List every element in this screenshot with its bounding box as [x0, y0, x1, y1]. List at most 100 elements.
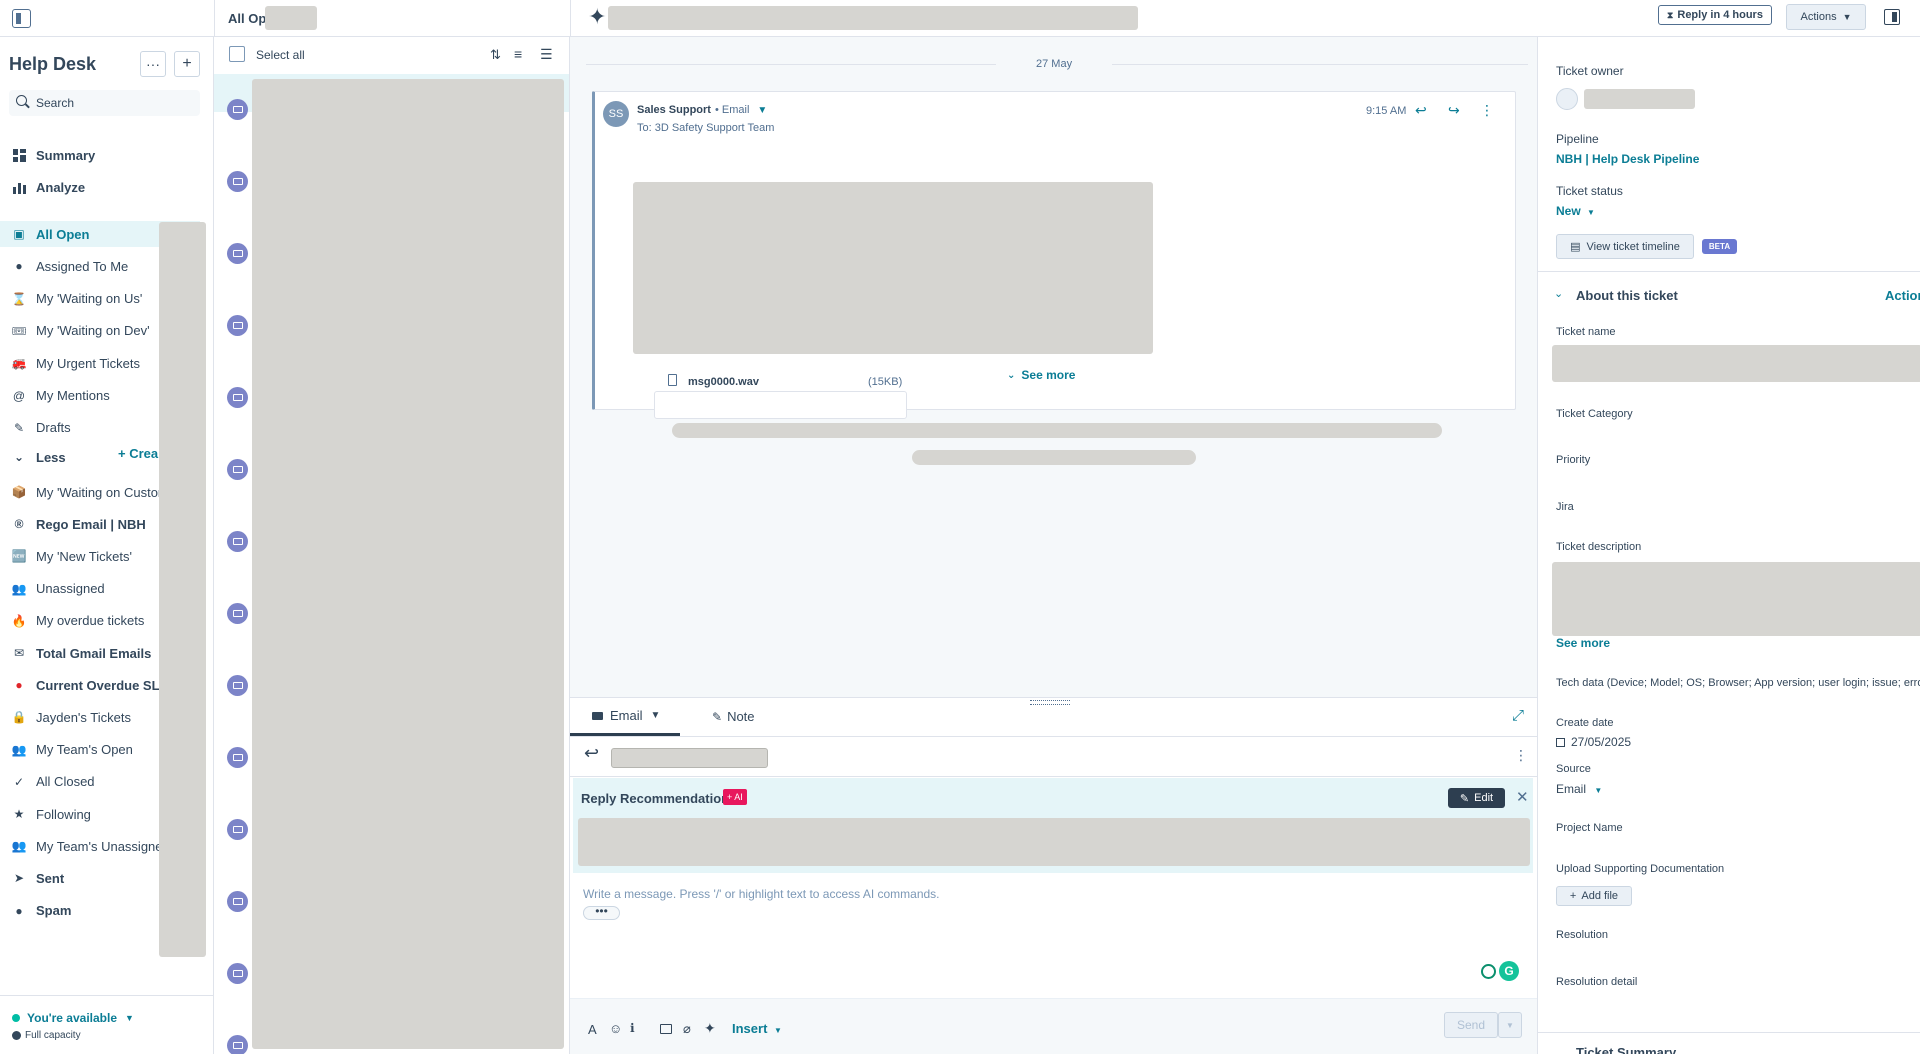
caret-down-icon: ▼	[650, 710, 661, 721]
lock-icon: 🔒	[11, 710, 27, 725]
caret-down-icon: ▼	[1594, 786, 1603, 795]
sort-icon[interactable]: ⇅	[490, 47, 501, 63]
resolution-label: Resolution	[1556, 929, 1608, 941]
attachment-name: msg0000.wav	[688, 376, 759, 388]
settings-sliders-icon[interactable]: ☰	[540, 46, 553, 63]
nav-analyze[interactable]: Analyze	[0, 174, 200, 200]
right-panel-toggle-icon[interactable]	[1884, 9, 1900, 25]
attachment-chip[interactable]	[654, 391, 907, 419]
ticket-summary-title[interactable]: Ticket Summary	[1576, 1045, 1676, 1054]
expand-icon[interactable]: ⤢	[1512, 707, 1524, 724]
email-channel-icon	[227, 171, 248, 192]
insert-menu[interactable]: Insert ▼	[732, 1021, 782, 1036]
email-channel-icon	[227, 963, 248, 984]
attach-icon[interactable]: ⌀	[683, 1021, 691, 1037]
bar-chart-icon	[11, 179, 27, 195]
status-dropdown[interactable]: New ▼	[1556, 204, 1595, 218]
email-channel-icon	[227, 315, 248, 336]
forward-icon[interactable]: ↪	[1448, 102, 1460, 119]
add-file-button[interactable]: + Add file	[1556, 886, 1632, 906]
create-view-link[interactable]: + Crea	[118, 446, 160, 461]
tab-email[interactable]: Email ▼	[570, 698, 680, 736]
ai-sparkle-icon[interactable]: ✦	[588, 6, 606, 28]
owner-avatar-icon[interactable]	[1556, 88, 1578, 110]
hourglass-icon: ⧗	[1667, 9, 1674, 20]
timeline-icon: ▤	[1570, 241, 1581, 253]
email-channel-icon	[227, 99, 248, 120]
pencil-icon: ✎	[1459, 792, 1470, 805]
fire-truck-icon: 🚒	[11, 356, 27, 371]
description-see-more[interactable]: See more	[1556, 636, 1610, 650]
about-actions-link[interactable]: Actions	[1885, 288, 1920, 303]
capacity-label: Full capacity	[12, 1030, 81, 1041]
email-message-card: SS Sales Support • Email ▼ To: 3D Safety…	[592, 91, 1516, 419]
check-icon: ✓	[13, 774, 25, 789]
source-dropdown[interactable]: Email ▼	[1556, 782, 1602, 796]
calendar-icon	[1556, 737, 1565, 747]
caret-down-icon: ▼	[1587, 208, 1595, 217]
pipeline-value[interactable]: NBH | Help Desk Pipeline	[1556, 152, 1699, 166]
file-icon	[668, 374, 677, 386]
send-options-dropdown[interactable]: ▼	[1498, 1012, 1522, 1038]
left-sidebar: Help Desk ··· + Search Summary Analyze ▣…	[0, 37, 214, 1054]
sidebar-toggle-icon[interactable]	[12, 9, 31, 28]
emoji-icon[interactable]: ☺	[609, 1021, 622, 1036]
add-view-button[interactable]: +	[174, 51, 200, 77]
new-badge-icon: 🆕	[11, 549, 27, 564]
about-title[interactable]: About this ticket	[1576, 288, 1678, 303]
message-input[interactable]: Write a message. Press '/' or highlight …	[583, 887, 940, 901]
view-timeline-button[interactable]: ▤ View ticket timeline	[1556, 234, 1694, 259]
caret-down-icon: ▼	[774, 1026, 782, 1035]
availability-status[interactable]: You're available ▼	[12, 1011, 134, 1025]
description-input[interactable]	[1552, 562, 1920, 636]
tab-note[interactable]: ✎ Note	[712, 709, 755, 724]
more-vertical-icon[interactable]: ⋮	[1514, 747, 1528, 764]
project-label: Project Name	[1556, 822, 1623, 834]
chevron-down-icon: ⌄	[1007, 369, 1016, 381]
reply-recommendation-panel: Reply Recommendation + AI ✎ Edit ✕	[573, 778, 1533, 873]
recipient-line: To: 3D Safety Support Team	[637, 122, 775, 134]
ticket-details-panel: Ticket owner Pipeline NBH | Help Desk Pi…	[1537, 37, 1920, 1054]
personalize-icon[interactable]: ℹ	[630, 1021, 635, 1035]
tech-data-label: Tech data (Device; Model; OS; Browser; A…	[1556, 677, 1920, 689]
caret-down-icon[interactable]: ▼	[757, 105, 767, 116]
ai-commands-dots-button[interactable]: •••	[583, 905, 620, 920]
create-date-value[interactable]: 27/05/2025	[1556, 735, 1631, 749]
filter-icon[interactable]: ≡	[514, 46, 522, 62]
jira-label: Jira	[1556, 501, 1574, 513]
more-options-button[interactable]: ···	[140, 51, 166, 77]
edit-button[interactable]: ✎ Edit	[1448, 788, 1505, 808]
source-label: Source	[1556, 763, 1591, 775]
search-input[interactable]: Search	[36, 96, 74, 110]
search-box[interactable]: Search	[9, 90, 200, 116]
email-channel-icon	[227, 819, 248, 840]
team-icon: 👥	[11, 839, 27, 854]
close-icon[interactable]: ✕	[1516, 788, 1529, 806]
grammarly-icon[interactable]: G	[1499, 961, 1519, 981]
image-icon[interactable]	[660, 1024, 672, 1034]
chevron-down-icon[interactable]: ⌄	[1554, 287, 1563, 300]
send-icon: ➤	[13, 871, 25, 886]
pencil-icon: ✎	[13, 420, 25, 435]
ai-sparkle-icon[interactable]: ✦	[704, 1020, 716, 1037]
location-pin-icon[interactable]	[1481, 964, 1496, 979]
more-vertical-icon[interactable]: ⋮	[1480, 102, 1494, 119]
send-button[interactable]: Send	[1444, 1012, 1498, 1038]
resize-handle-icon[interactable]	[1030, 700, 1070, 705]
attachment-size: (15KB)	[868, 376, 903, 388]
team-icon: 👥	[11, 742, 27, 757]
reply-arrow-icon[interactable]: ↩	[584, 743, 599, 764]
see-more-link[interactable]: ⌄ See more	[1007, 368, 1075, 382]
text-format-icon[interactable]: A	[588, 1022, 597, 1037]
nav-summary[interactable]: Summary	[0, 142, 200, 168]
ai-badge: + AI	[723, 789, 747, 805]
channel-label: • Email	[714, 104, 750, 116]
pipeline-label: Pipeline	[1556, 132, 1599, 146]
envelope-icon	[592, 711, 603, 720]
select-all-checkbox[interactable]	[229, 46, 245, 62]
category-label: Ticket Category	[1556, 408, 1633, 420]
reply-icon[interactable]: ↩	[1415, 102, 1427, 119]
actions-dropdown[interactable]: Actions ▼	[1786, 4, 1866, 30]
email-channel-icon	[227, 675, 248, 696]
ticket-name-input[interactable]	[1552, 345, 1920, 382]
